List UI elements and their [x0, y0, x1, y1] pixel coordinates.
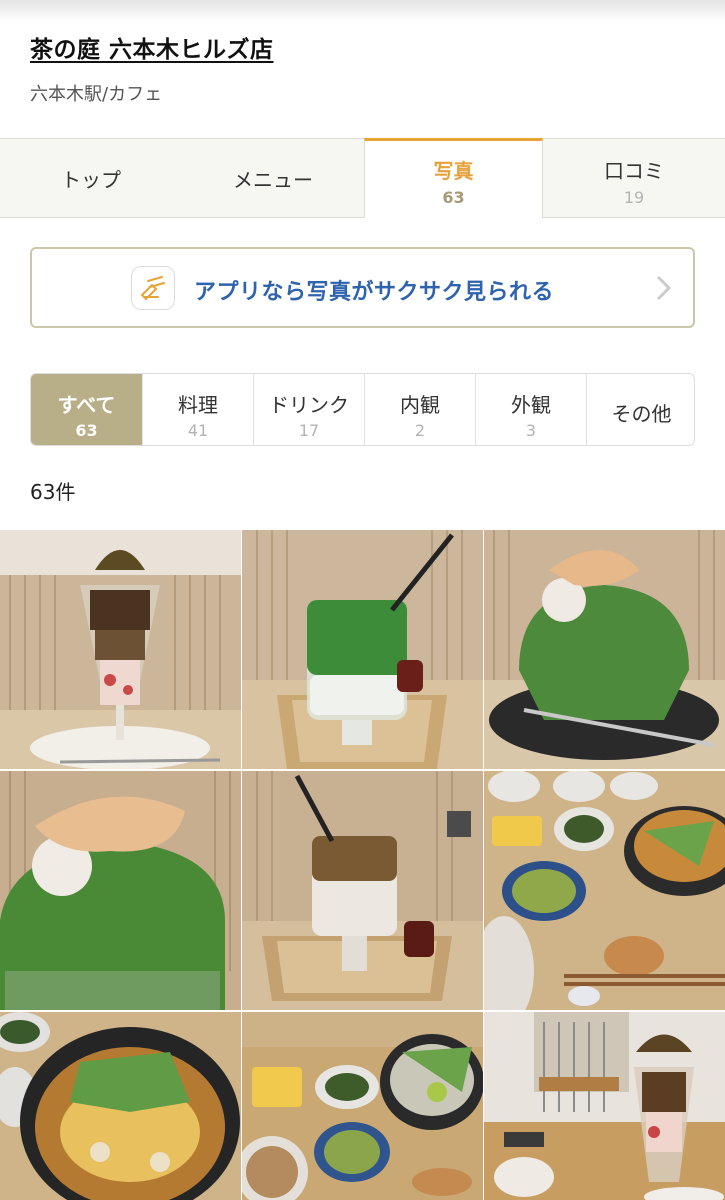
filter-food[interactable]: 料理 41	[142, 374, 253, 445]
tab-count: 63	[442, 188, 465, 207]
filter-count: 41	[187, 421, 209, 440]
tab-count: 19	[623, 188, 645, 207]
filter-label: ドリンク	[269, 393, 349, 417]
chevron-right-icon	[656, 275, 672, 301]
shop-tabs: トップ メニュー 写真 63 口コミ 19	[0, 138, 725, 218]
filter-count: 63	[75, 421, 98, 440]
photo-thumbnail[interactable]	[0, 771, 241, 1010]
filter-label: 料理	[178, 393, 218, 417]
photo-thumbnail[interactable]	[0, 530, 241, 769]
photo-thumbnail[interactable]	[0, 1012, 241, 1200]
tab-menu[interactable]: メニュー	[182, 139, 364, 218]
photo-thumbnail[interactable]	[484, 530, 725, 769]
tab-reviews[interactable]: 口コミ 19	[543, 139, 725, 218]
photo-thumbnail[interactable]	[242, 771, 483, 1010]
filter-all[interactable]: すべて 63	[31, 374, 142, 445]
app-banner[interactable]: アプリなら写真がサクサク見られる	[30, 247, 695, 328]
filter-interior[interactable]: 内観 2	[364, 374, 475, 445]
photo-count: 63件	[30, 480, 76, 504]
tab-label: 写真	[433, 159, 474, 183]
filter-label: 内観	[400, 393, 440, 417]
tab-label: トップ	[61, 168, 121, 192]
shop-header: 茶の庭 六本木ヒルズ店 六本木駅/カフェ	[0, 0, 725, 138]
photo-thumbnail[interactable]	[242, 1012, 483, 1200]
filter-count: 17	[298, 421, 320, 440]
filter-drink[interactable]: ドリンク 17	[253, 374, 364, 445]
shop-title[interactable]: 茶の庭 六本木ヒルズ店	[30, 30, 274, 64]
app-icon	[131, 266, 175, 310]
photo-thumbnail[interactable]	[242, 530, 483, 769]
filter-other[interactable]: その他	[586, 374, 694, 445]
photo-thumbnail[interactable]	[484, 771, 725, 1010]
shop-subtitle: 六本木駅/カフェ	[30, 84, 163, 105]
header-shadow	[0, 0, 725, 22]
tab-top[interactable]: トップ	[0, 139, 182, 218]
filter-label: すべて	[57, 393, 116, 417]
photo-grid	[0, 530, 725, 1200]
tab-label: メニュー	[233, 168, 313, 192]
photo-thumbnail[interactable]	[484, 1012, 725, 1200]
filter-count: 2	[414, 421, 426, 440]
photo-category-filter: すべて 63 料理 41 ドリンク 17 内観 2 外観 3 その他	[30, 373, 695, 446]
filter-label: 外観	[511, 393, 551, 417]
app-banner-text: アプリなら写真がサクサク見られる	[194, 280, 555, 305]
tab-label: 口コミ	[604, 159, 664, 183]
filter-exterior[interactable]: 外観 3	[475, 374, 586, 445]
filter-count: 3	[525, 421, 537, 440]
filter-label: その他	[611, 402, 672, 426]
tab-photos[interactable]: 写真 63	[364, 138, 543, 218]
